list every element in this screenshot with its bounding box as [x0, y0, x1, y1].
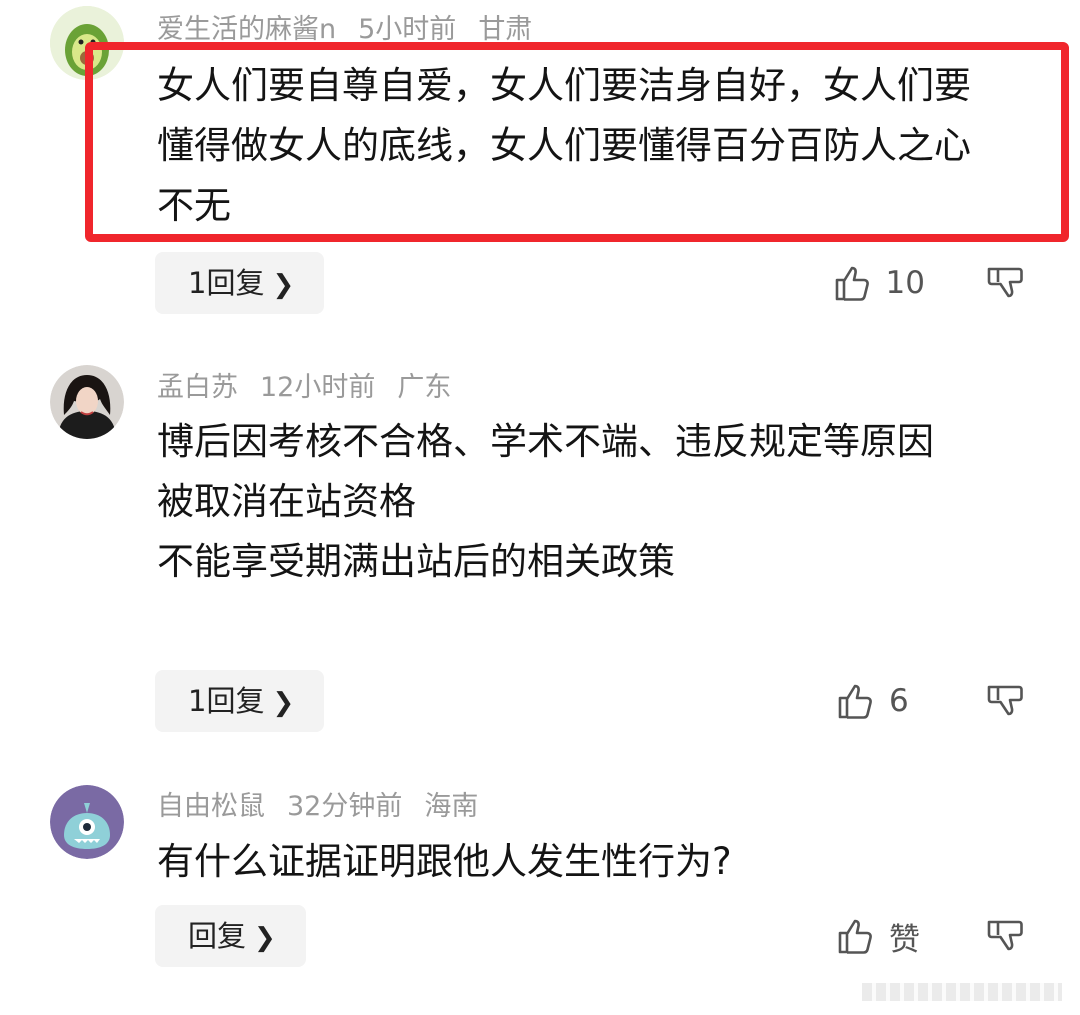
comment-text: 博后因考核不合格、学术不端、违反规定等原因 被取消在站资格 不能享受期满出站后的…	[157, 420, 934, 583]
chevron-right-icon: ❯	[254, 923, 276, 953]
thumbs-down-icon[interactable]	[985, 681, 1025, 721]
red-highlight-box	[85, 42, 1069, 242]
thumbs-up-icon[interactable]	[835, 681, 875, 721]
reply-button[interactable]: 回复 ❯	[155, 905, 306, 967]
like-count: 6	[889, 683, 909, 719]
thumbs-down-icon[interactable]	[985, 916, 1025, 956]
reply-label: 1回复	[188, 684, 265, 718]
thumbs-up-icon[interactable]	[835, 916, 875, 956]
comment-meta: 孟白苏 12小时前 广东	[157, 370, 473, 406]
comment-actions: 10	[832, 252, 1025, 314]
comment-time: 12小时前	[260, 372, 376, 403]
comment-time: 5小时前	[358, 14, 457, 45]
comment-location: 广东	[397, 372, 452, 403]
reply-label: 回复	[188, 919, 247, 953]
comment-username[interactable]: 爱生活的麻酱n	[157, 14, 336, 45]
reply-button[interactable]: 1回复 ❯	[155, 252, 325, 314]
comment-username[interactable]: 孟白苏	[157, 372, 238, 403]
comment-actions: 赞	[835, 905, 1025, 967]
comment-actions: 6	[835, 670, 1025, 732]
reply-button[interactable]: 1回复 ❯	[155, 670, 325, 732]
comment-text: 有什么证据证明跟他人发生性行为?	[157, 840, 732, 883]
comment-location: 甘肃	[478, 14, 533, 45]
reply-label: 1回复	[188, 266, 265, 300]
comment-username[interactable]: 自由松鼠	[157, 791, 265, 822]
like-count: 赞	[889, 921, 920, 958]
thumbs-up-icon[interactable]	[832, 263, 872, 303]
woman-photo-avatar-icon[interactable]	[50, 365, 124, 439]
comment-meta: 自由松鼠 32分钟前 海南	[157, 789, 500, 825]
monster-avatar-icon[interactable]	[50, 785, 124, 859]
comment-location: 海南	[424, 791, 479, 822]
chevron-right-icon: ❯	[272, 688, 295, 718]
comment-time: 32分钟前	[287, 791, 403, 822]
chevron-right-icon: ❯	[272, 270, 295, 300]
thumbs-down-icon[interactable]	[985, 263, 1025, 303]
watermark-bar	[862, 983, 1062, 1001]
like-count: 10	[885, 265, 925, 301]
